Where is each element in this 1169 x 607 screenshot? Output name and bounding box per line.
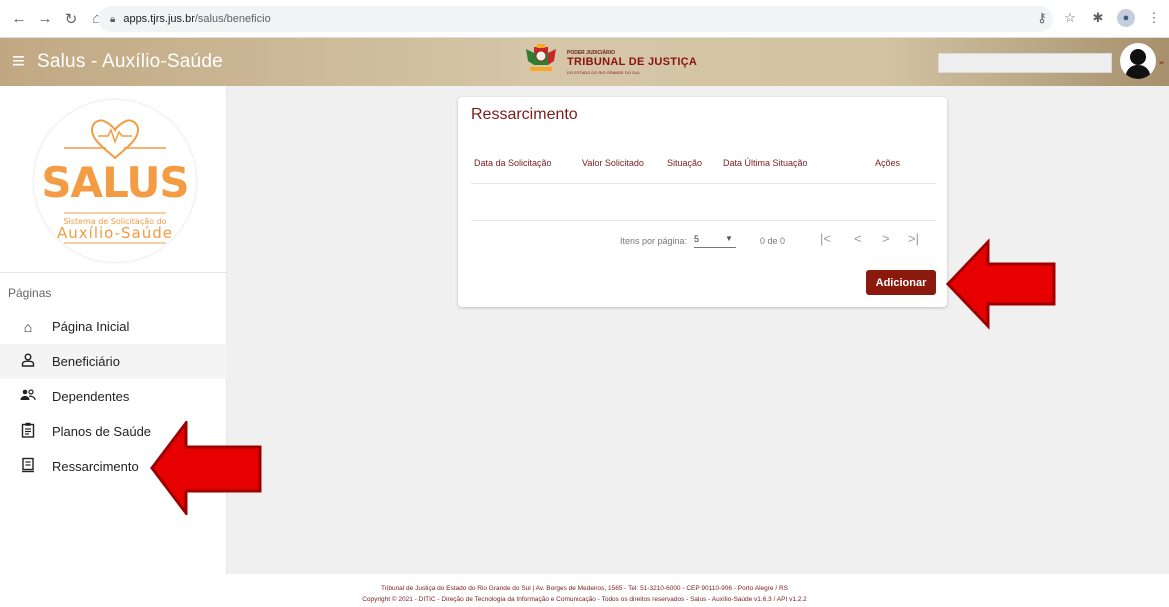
sidebar-item-label: Ressarcimento (52, 459, 139, 474)
footer-copyright: Copyright © 2021 - DITIC - Direção de Te… (362, 596, 807, 603)
profile-icon[interactable]: ● (1117, 9, 1135, 27)
column-header[interactable]: Data Última Situação (723, 158, 808, 168)
logo-sub-text: DO ESTADO DO RIO GRANDE DO SUL (567, 70, 640, 75)
sidebar-item-label: Planos de Saúde (52, 424, 152, 439)
star-icon[interactable]: ☆ (1061, 10, 1079, 26)
app-title: Salus - Auxílio-Saúde (37, 51, 223, 72)
receipt-icon (18, 457, 38, 476)
logo-subtitle-2: Auxílio-Saúde (57, 224, 173, 242)
previous-page-icon[interactable]: < (854, 231, 862, 246)
hamburger-menu-icon[interactable]: ≡ (12, 50, 25, 72)
chevron-down-icon[interactable]: ⌄ (1157, 54, 1166, 67)
forward-arrow-icon[interactable]: → (34, 8, 56, 30)
column-header[interactable]: Valor Solicitado (582, 158, 644, 168)
app-header: ≡ Salus - Auxílio-Saúde PODER JUDICIÁRIO… (0, 38, 1169, 86)
salus-logo: SALUS Sistema de Solicitação do Auxílio-… (34, 100, 196, 262)
page-range: 0 de 0 (760, 236, 786, 246)
dropdown-caret-icon[interactable]: ▼ (725, 234, 733, 243)
sidebar-item-label: Beneficiário (52, 354, 120, 369)
reload-icon[interactable]: ↻ (60, 8, 82, 30)
sidebar-item-beneficiario[interactable]: Beneficiário (0, 344, 227, 379)
people-icon (18, 388, 38, 405)
footer: Tribunal de Justiça do Estado do Rio Gra… (0, 574, 1169, 607)
logo-title: SALUS (41, 158, 189, 207)
sidebar-item-label: Dependentes (52, 389, 130, 404)
items-per-page-label: Itens por página: (620, 236, 688, 246)
back-arrow-icon[interactable]: ← (8, 8, 30, 30)
annotation-arrow-left-icon (946, 238, 1056, 330)
user-avatar-icon[interactable] (1120, 43, 1156, 79)
address-bar[interactable]: 🔒︎ apps.tjrs.jus.br /salus/beneficio (98, 6, 1053, 32)
clipboard-icon (18, 422, 38, 441)
column-header[interactable]: Situação (667, 158, 702, 168)
header-search-field[interactable] (938, 53, 1112, 73)
more-menu-icon[interactable]: ⋮ (1145, 10, 1163, 26)
add-button[interactable]: Adicionar (866, 270, 936, 295)
annotation-arrow-left-icon (150, 421, 262, 515)
column-header: Ações (875, 158, 901, 168)
sidebar-divider (0, 272, 227, 273)
person-icon (18, 353, 38, 370)
page-size-value: 5 (694, 234, 700, 244)
column-header[interactable]: Data da Solicitação (474, 158, 552, 168)
key-icon[interactable]: ⚷ (1033, 10, 1051, 26)
table-bottom-divider (471, 220, 936, 221)
coat-of-arms-icon (526, 44, 556, 71)
sidebar-item-pagina-inicial[interactable]: ⌂ Página Inicial (0, 309, 227, 344)
url-domain: apps.tjrs.jus.br (123, 13, 195, 25)
browser-toolbar: ← → ↻ ⌂ 🔒︎ apps.tjrs.jus.br /salus/benef… (0, 0, 1169, 38)
home-icon: ⌂ (23, 318, 33, 335)
ressarcimento-card: Ressarcimento Data da Solicitação Valor … (458, 97, 947, 307)
last-page-icon[interactable]: >| (908, 231, 919, 246)
lock-icon: 🔒︎ (110, 13, 116, 25)
sidebar-item-dependentes[interactable]: Dependentes (0, 379, 227, 414)
url-path: /salus/beneficio (194, 13, 271, 25)
footer-address: Tribunal de Justiça do Estado do Rio Gra… (381, 585, 788, 592)
logo-main-text: TRIBUNAL DE JUSTIÇA (567, 56, 698, 68)
tribunal-logo: PODER JUDICIÁRIO TRIBUNAL DE JUSTIÇA DO … (522, 41, 732, 81)
card-title: Ressarcimento (471, 106, 578, 123)
first-page-icon[interactable]: |< (820, 231, 831, 246)
sidebar-item-label: Página Inicial (52, 319, 130, 334)
next-page-icon[interactable]: > (882, 231, 890, 246)
table-header-divider (471, 183, 936, 184)
pages-label: Páginas (8, 286, 52, 300)
extensions-icon[interactable]: ✱ (1089, 10, 1107, 26)
